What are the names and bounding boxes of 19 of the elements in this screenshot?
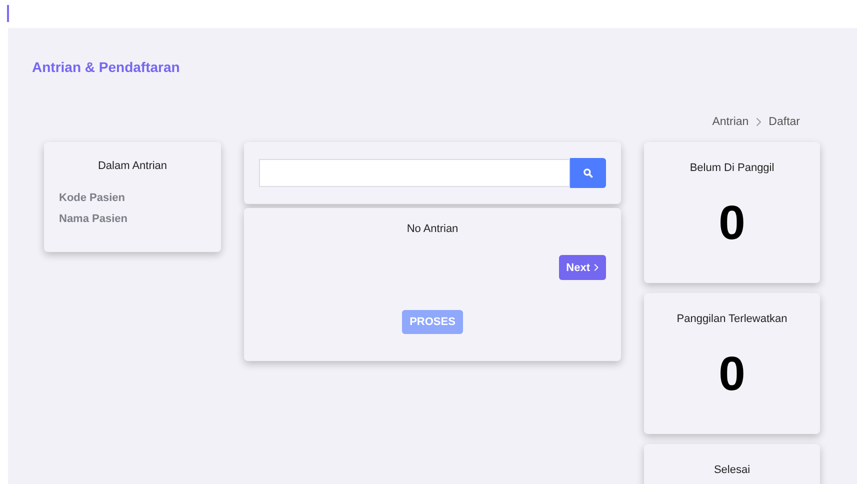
card-title: Dalam Antrian (96, 160, 168, 172)
card-title: Selesai (712, 464, 752, 476)
card-title: Panggilan Terlewatkan (676, 313, 788, 325)
field-label: Nama Pasien (59, 213, 128, 225)
breadcrumb-item[interactable]: Antrian (712, 116, 749, 128)
next-button[interactable]: Next (559, 255, 606, 280)
stat-value: 0 (718, 347, 746, 402)
chevron-right-icon (756, 117, 762, 127)
page-title: Antrian & Pendaftaran (31, 58, 181, 77)
breadcrumb-item[interactable]: Daftar (768, 116, 800, 128)
field-label: Kode Pasien (59, 192, 126, 204)
accent-bar (7, 5, 9, 22)
search-button[interactable] (570, 158, 606, 188)
search-icon (583, 168, 593, 178)
card-title: No Antrian (406, 223, 458, 235)
card-title: Belum Di Panggil (688, 162, 776, 174)
stat-value: 0 (718, 196, 746, 251)
chevron-right-icon (594, 263, 599, 272)
search-field[interactable] (259, 159, 570, 187)
